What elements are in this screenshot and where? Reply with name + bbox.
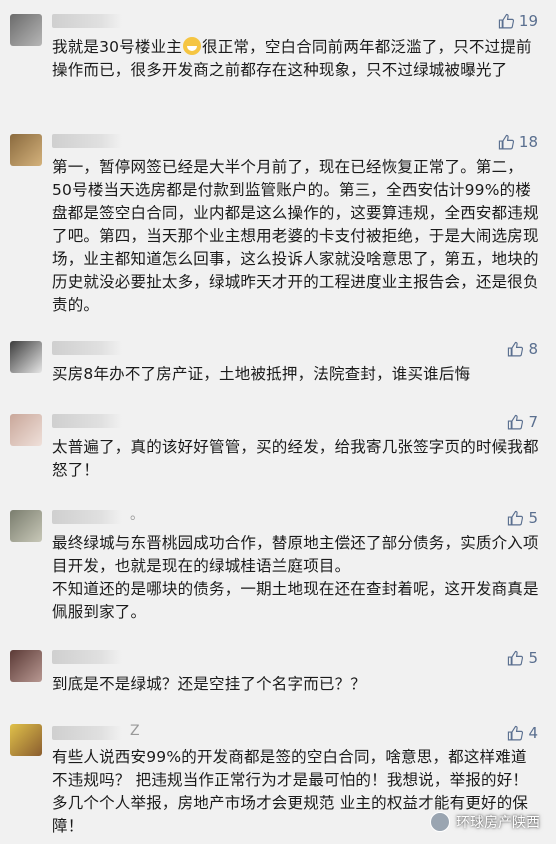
thumbs-up-icon: [498, 134, 514, 149]
username-blurred[interactable]: Z: [52, 724, 140, 740]
thumbs-up-icon: [508, 650, 524, 665]
like-button[interactable]: 7: [507, 413, 538, 431]
comment-text: 我就是30号楼业主 很正常，空白合同前两年都泛滥了，只不过提前操作而已，很多开发商…: [52, 36, 540, 82]
like-button[interactable]: 8: [507, 340, 538, 358]
username-blurred[interactable]: [52, 650, 122, 664]
like-count: 5: [528, 509, 538, 527]
watermark-text: 环球房产陕西: [456, 815, 540, 831]
username-blurred[interactable]: [52, 14, 122, 28]
thumbs-up-icon: [508, 725, 524, 740]
like-count: 19: [518, 12, 538, 30]
like-button[interactable]: 19: [498, 12, 538, 30]
username-blurred[interactable]: [52, 414, 122, 428]
avatar[interactable]: [10, 134, 42, 166]
like-count: 18: [518, 133, 538, 151]
thumbs-up-icon: [508, 510, 524, 525]
username-blurred[interactable]: [52, 341, 122, 355]
like-count: 7: [528, 413, 538, 431]
avatar[interactable]: [10, 650, 42, 682]
avatar[interactable]: [10, 724, 42, 756]
watermark: 环球房产陕西: [430, 812, 540, 832]
like-count: 8: [528, 340, 538, 358]
avatar[interactable]: [10, 414, 42, 446]
comment-text: 第一，暂停网签已经是大半个月前了，现在已经恢复正常了。第二，50号楼当天选房都是…: [52, 158, 539, 314]
avatar[interactable]: [10, 341, 42, 373]
comment-text-part: 我就是30号楼业主: [52, 38, 183, 56]
comment-text: 到底是不是绿城？还是空挂了个名字而已？？: [52, 675, 367, 693]
like-button[interactable]: 4: [507, 724, 538, 742]
thumbs-up-icon: [498, 13, 514, 28]
like-count: 5: [528, 649, 538, 667]
comment-text: 买房8年办不了房产证，土地被抵押，法院查封，谁买谁后悔: [52, 365, 471, 383]
like-button[interactable]: 5: [507, 649, 538, 667]
grin-emoji-icon: [183, 37, 202, 55]
comment-text: 最终绿城与东晋桃园成功合作，替原地主偿还了部分债务，实质介入项目开发，也就是现在…: [52, 534, 539, 621]
like-button[interactable]: 18: [498, 133, 538, 151]
username-blurred[interactable]: 。: [52, 508, 144, 524]
username-suffix: 。: [130, 507, 144, 523]
thumbs-up-icon: [508, 341, 524, 356]
thumbs-up-icon: [508, 414, 524, 429]
username-blurred[interactable]: [52, 134, 122, 148]
like-button[interactable]: 5: [507, 509, 538, 527]
wechat-logo-icon: [430, 812, 450, 832]
like-count: 4: [528, 724, 538, 742]
avatar[interactable]: [10, 14, 42, 46]
avatar[interactable]: [10, 510, 42, 542]
comment-text: 太普遍了，真的该好好管管，买的经发，给我寄几张签字页的时候我都怒了！: [52, 438, 539, 479]
username-suffix: Z: [130, 723, 140, 739]
